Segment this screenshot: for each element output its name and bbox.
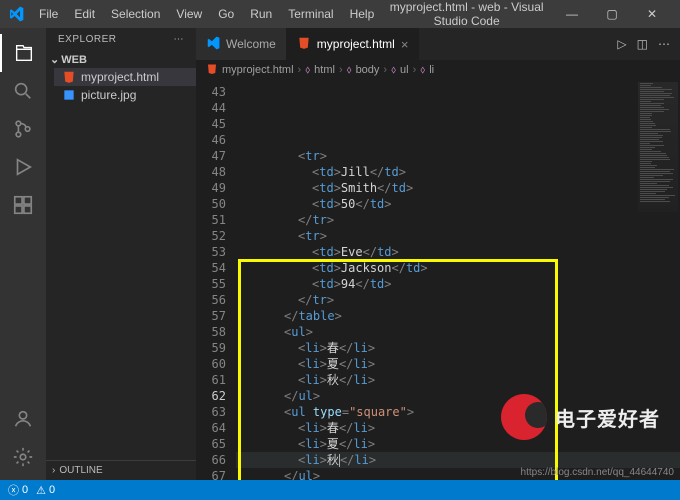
vscode-icon [206, 36, 220, 53]
chevron-down-icon: ⌄ [50, 53, 59, 66]
sidebar: EXPLORER ⋯ ⌄ WEB myproject.html picture.j… [46, 28, 196, 480]
tag-icon: ⬨ [420, 64, 425, 77]
image-file-icon [62, 88, 76, 102]
split-editor-icon[interactable]: ◫ [637, 37, 648, 51]
footer-url: https://blog.csdn.net/qq_44644740 [521, 467, 674, 478]
breadcrumb-sep: › [298, 64, 302, 76]
window-title: myproject.html - web - Visual Studio Cod… [381, 0, 552, 28]
tag-icon: ⬨ [347, 64, 352, 77]
html-file-icon [62, 70, 76, 84]
menu-selection[interactable]: Selection [104, 4, 167, 24]
outline-section[interactable]: › OUTLINE [46, 460, 196, 480]
code-line[interactable]: </tr> [236, 212, 680, 228]
code-line[interactable]: <li>春</li> [236, 420, 680, 436]
code-line[interactable]: </ul> [236, 388, 680, 404]
activity-search-icon[interactable] [0, 72, 46, 110]
titlebar: FileEditSelectionViewGoRunTerminalHelp m… [0, 0, 680, 28]
activity-settings-icon[interactable] [0, 438, 46, 476]
tag-icon: ⬨ [391, 64, 396, 77]
code-line[interactable]: <li>夏</li> [236, 436, 680, 452]
sidebar-title: EXPLORER ⋯ [46, 28, 196, 51]
window-controls: — ▢ ✕ [552, 0, 672, 28]
activity-source-control-icon[interactable] [0, 110, 46, 148]
activity-bar [0, 28, 46, 480]
breadcrumb-item[interactable]: myproject.html [222, 64, 294, 76]
code-line[interactable]: </tr> [236, 292, 680, 308]
code-line[interactable]: <td>94</td> [236, 276, 680, 292]
run-icon[interactable]: ▷ [617, 37, 626, 51]
menu-file[interactable]: File [32, 4, 65, 24]
menu-bar: FileEditSelectionViewGoRunTerminalHelp [32, 4, 381, 24]
editor-area: Welcome myproject.html × ▷ ◫ ⋯ myproject.h… [196, 28, 680, 480]
code-line[interactable]: <li>春</li> [236, 340, 680, 356]
breadcrumb-item[interactable]: html [314, 64, 335, 76]
code-line[interactable]: <td>Eve</td> [236, 244, 680, 260]
code-line[interactable]: <li>秋</li> [236, 372, 680, 388]
breadcrumb-item[interactable]: li [429, 64, 434, 76]
code-line[interactable]: <td>50</td> [236, 196, 680, 212]
tab-welcome[interactable]: Welcome [196, 28, 287, 60]
breadcrumb-item[interactable]: body [356, 64, 380, 76]
breadcrumb-item[interactable]: ul [400, 64, 409, 76]
code-line[interactable]: <ul> [236, 324, 680, 340]
file-row[interactable]: myproject.html [54, 68, 196, 86]
explorer-label: EXPLORER [58, 34, 116, 45]
status-errors[interactable]: ⓧ 0 [8, 482, 28, 498]
code-line[interactable]: <tr> [236, 228, 680, 244]
activity-account-icon[interactable] [0, 400, 46, 438]
code-line[interactable]: <td>Smith</td> [236, 180, 680, 196]
code-line[interactable]: <ul type="square"> [236, 404, 680, 420]
menu-go[interactable]: Go [211, 4, 241, 24]
more-actions-icon[interactable]: ⋯ [658, 37, 670, 51]
outline-label: OUTLINE [59, 465, 102, 476]
code-line[interactable]: <li>秋</li> [236, 452, 680, 468]
breadcrumb-sep: › [339, 64, 343, 76]
line-gutter: 4344454647484950515253545556575859606162… [196, 80, 236, 480]
code-line[interactable]: <td>Jackson</td> [236, 260, 680, 276]
breadcrumb-sep: › [383, 64, 387, 76]
breadcrumb-sep: › [413, 64, 417, 76]
activity-run-debug-icon[interactable] [0, 148, 46, 186]
file-row[interactable]: picture.jpg [54, 86, 196, 104]
folder-name: WEB [61, 54, 87, 66]
file-label: picture.jpg [81, 88, 136, 102]
tab-label: Welcome [226, 37, 276, 51]
activity-explorer-icon[interactable] [0, 34, 46, 72]
window-minimize-button[interactable]: — [552, 0, 592, 28]
activity-extensions-icon[interactable] [0, 186, 46, 224]
chevron-right-icon: › [52, 465, 55, 476]
code-view[interactable]: <tr><td>Jill</td><td>Smith</td><td>50</t… [236, 80, 680, 480]
tab-myproject-html[interactable]: myproject.html × [287, 28, 420, 60]
breadcrumb[interactable]: myproject.html›⬨ html›⬨ body›⬨ ul›⬨ li [196, 60, 680, 80]
file-label: myproject.html [81, 70, 159, 84]
code-line[interactable]: <td>Jill</td> [236, 164, 680, 180]
minimap[interactable] [638, 82, 678, 212]
code-line[interactable]: <tr> [236, 148, 680, 164]
status-warnings-count: 0 [49, 484, 55, 496]
status-warnings[interactable]: ⚠ 0 [36, 484, 55, 497]
editor-body[interactable]: 4344454647484950515253545556575859606162… [196, 80, 680, 480]
menu-help[interactable]: Help [343, 4, 382, 24]
code-line[interactable]: </table> [236, 308, 680, 324]
tabs-bar: Welcome myproject.html × ▷ ◫ ⋯ [196, 28, 680, 60]
html-icon [297, 36, 311, 53]
explorer-more-icon[interactable]: ⋯ [174, 34, 185, 45]
file-list: myproject.html picture.jpg [46, 68, 196, 104]
tag-icon: ⬨ [305, 64, 310, 77]
window-maximize-button[interactable]: ▢ [592, 0, 632, 28]
code-line[interactable]: <li>夏</li> [236, 356, 680, 372]
menu-edit[interactable]: Edit [67, 4, 102, 24]
menu-run[interactable]: Run [243, 4, 279, 24]
editor-actions: ▷ ◫ ⋯ [617, 28, 680, 60]
menu-terminal[interactable]: Terminal [281, 4, 340, 24]
tab-label: myproject.html [317, 37, 395, 51]
window-close-button[interactable]: ✕ [632, 0, 672, 28]
html-file-icon [206, 63, 218, 78]
vscode-logo-icon [8, 6, 24, 22]
folder-header[interactable]: ⌄ WEB [46, 51, 196, 68]
status-errors-count: 0 [22, 484, 28, 496]
status-bar: ⓧ 0 ⚠ 0 [0, 480, 680, 500]
tab-close-icon[interactable]: × [401, 37, 409, 52]
menu-view[interactable]: View [169, 4, 209, 24]
